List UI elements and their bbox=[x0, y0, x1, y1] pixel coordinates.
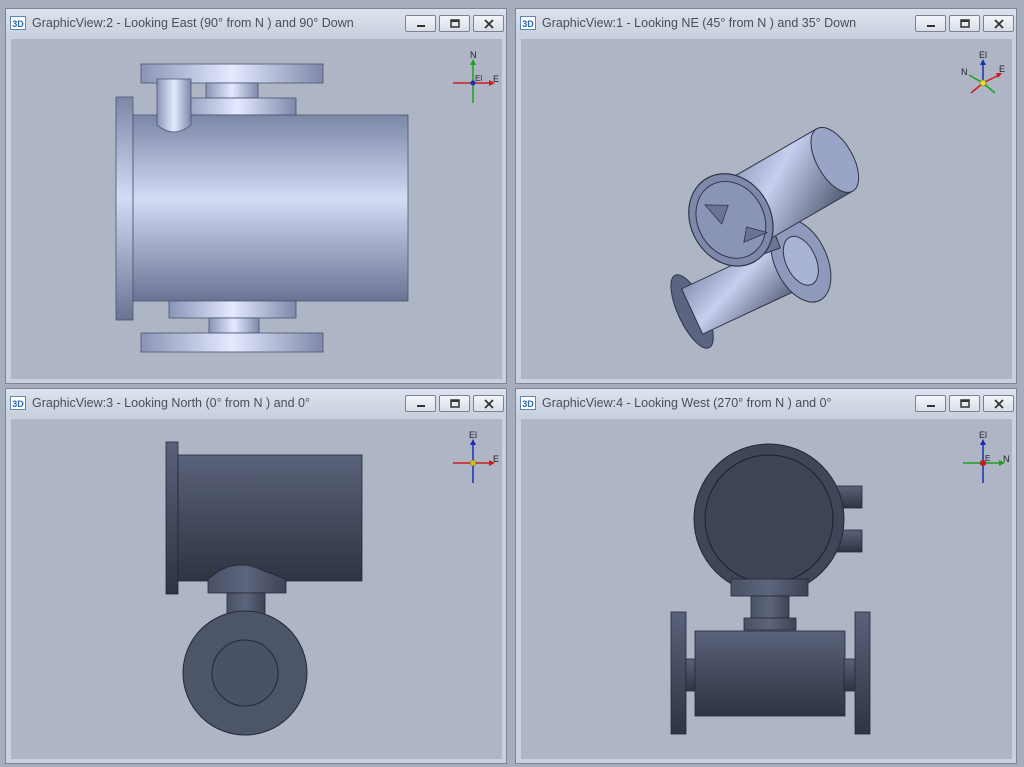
close-button[interactable] bbox=[983, 15, 1014, 32]
triad-label-up: N bbox=[470, 50, 477, 60]
graphic-view-2-titlebar[interactable]: 3D GraphicView:2 - Looking East (90° fro… bbox=[6, 9, 506, 37]
triad-label-right: E bbox=[999, 64, 1005, 74]
minimize-button[interactable] bbox=[405, 395, 436, 412]
orientation-triad-icon: N E El bbox=[453, 50, 499, 103]
triad-label-center: E bbox=[985, 454, 990, 463]
triad-label-right: E bbox=[493, 454, 499, 464]
maximize-button[interactable] bbox=[439, 15, 470, 32]
graphic-view-1-title: GraphicView:1 - Looking NE (45° from N )… bbox=[542, 16, 857, 30]
maximize-icon bbox=[450, 19, 460, 28]
triad-label-up: El bbox=[979, 430, 987, 440]
maximize-button[interactable] bbox=[949, 395, 980, 412]
triad-label-center: El bbox=[475, 74, 482, 83]
3d-view-icon: 3D bbox=[10, 396, 26, 410]
triad-label-right: N bbox=[1003, 454, 1010, 464]
3d-view-icon: 3D bbox=[520, 16, 536, 30]
graphic-view-4-title: GraphicView:4 - Looking West (270° from … bbox=[542, 396, 832, 410]
graphic-view-1-titlebar[interactable]: 3D GraphicView:1 - Looking NE (45° from … bbox=[516, 9, 1016, 37]
minimize-button[interactable] bbox=[405, 15, 436, 32]
flowmeter-model-isometric-view bbox=[670, 126, 860, 349]
minimize-icon bbox=[417, 405, 425, 407]
3d-view-icon: 3D bbox=[520, 396, 536, 410]
maximize-icon bbox=[450, 399, 460, 408]
flowmeter-model-top-view bbox=[115, 63, 409, 353]
minimize-icon bbox=[417, 25, 425, 27]
triad-label-up: El bbox=[979, 50, 987, 60]
maximize-button[interactable] bbox=[949, 15, 980, 32]
flowmeter-model-west-view bbox=[670, 443, 871, 735]
graphic-view-3-titlebar[interactable]: 3D GraphicView:3 - Looking North (0° fro… bbox=[6, 389, 506, 417]
flowmeter-model-north-view bbox=[165, 441, 363, 736]
graphic-view-1-window: 3D GraphicView:1 - Looking NE (45° from … bbox=[515, 8, 1017, 384]
triad-label-right: E bbox=[493, 74, 499, 84]
graphic-view-2-window: 3D GraphicView:2 - Looking East (90° fro… bbox=[5, 8, 507, 384]
maximize-button[interactable] bbox=[439, 395, 470, 412]
graphic-view-3-window: 3D GraphicView:3 - Looking North (0° fro… bbox=[5, 388, 507, 764]
graphic-view-2-viewport[interactable]: N E El bbox=[11, 39, 502, 379]
graphic-view-4-titlebar[interactable]: 3D GraphicView:4 - Looking West (270° fr… bbox=[516, 389, 1016, 417]
graphic-view-2-title: GraphicView:2 - Looking East (90° from N… bbox=[32, 16, 354, 30]
close-icon bbox=[994, 399, 1004, 409]
maximize-icon bbox=[960, 19, 970, 28]
minimize-icon bbox=[927, 405, 935, 407]
close-icon bbox=[994, 19, 1004, 29]
graphic-view-4-viewport[interactable]: El N E bbox=[521, 419, 1012, 759]
close-icon bbox=[484, 19, 494, 29]
triad-label-up: El bbox=[469, 430, 477, 440]
close-button[interactable] bbox=[983, 395, 1014, 412]
maximize-icon bbox=[960, 399, 970, 408]
minimize-icon bbox=[927, 25, 935, 27]
graphic-view-1-viewport[interactable]: El N E bbox=[521, 39, 1012, 379]
triad-label-left: N bbox=[961, 67, 968, 77]
orientation-triad-icon: El N E bbox=[963, 430, 1010, 483]
orientation-triad-icon: El N E bbox=[961, 50, 1005, 94]
close-icon bbox=[484, 399, 494, 409]
graphic-view-4-window: 3D GraphicView:4 - Looking West (270° fr… bbox=[515, 388, 1017, 764]
minimize-button[interactable] bbox=[915, 395, 946, 412]
minimize-button[interactable] bbox=[915, 15, 946, 32]
orientation-triad-icon: El E bbox=[453, 430, 499, 483]
graphic-view-3-viewport[interactable]: El E bbox=[11, 419, 502, 759]
graphic-view-3-title: GraphicView:3 - Looking North (0° from N… bbox=[32, 396, 310, 410]
close-button[interactable] bbox=[473, 15, 504, 32]
close-button[interactable] bbox=[473, 395, 504, 412]
3d-view-icon: 3D bbox=[10, 16, 26, 30]
